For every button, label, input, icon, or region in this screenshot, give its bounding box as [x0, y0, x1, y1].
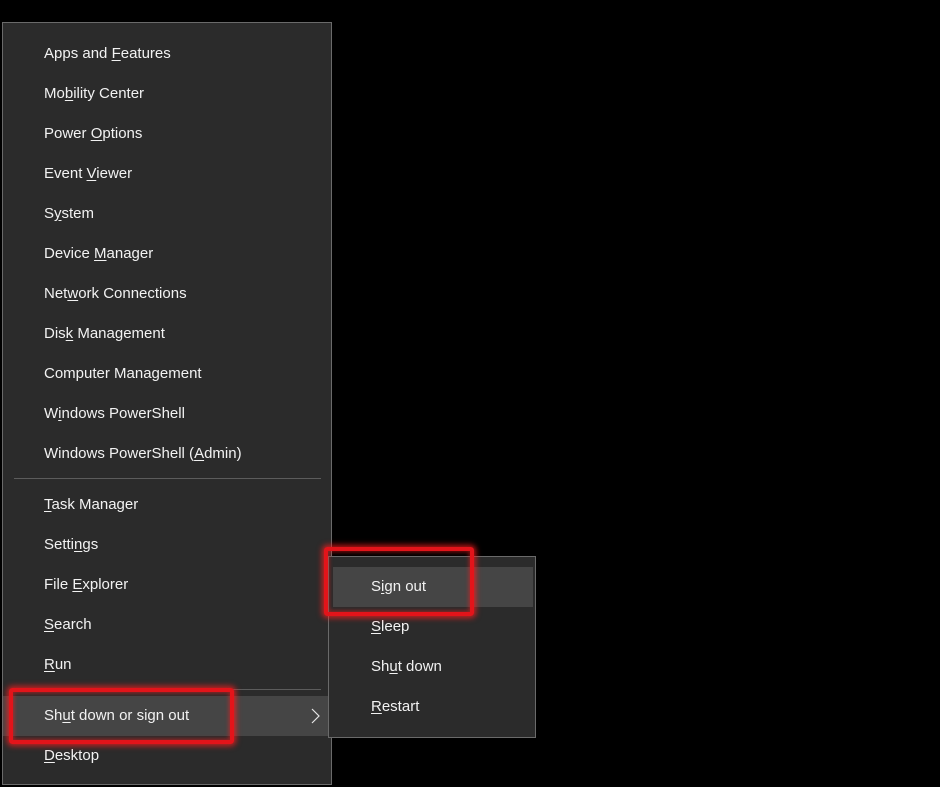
submenu-item-sleep[interactable]: Sleep — [333, 607, 533, 647]
menu-item-shut-down-or-sign-out[interactable]: Shut down or sign out — [3, 696, 331, 736]
desktop-background: Apps and Features Mobility Center Power … — [0, 0, 940, 787]
menu-item-device-manager[interactable]: Device Manager — [3, 234, 331, 274]
submenu-item-sign-out[interactable]: Sign out — [333, 567, 533, 607]
menu-item-label: Device Manager — [44, 245, 154, 262]
menu-item-disk-management[interactable]: Disk Management — [3, 314, 331, 354]
power-user-menu: Apps and Features Mobility Center Power … — [2, 22, 332, 785]
menu-item-file-explorer[interactable]: File Explorer — [3, 565, 331, 605]
submenu-item-label: Sign out — [371, 578, 427, 595]
submenu-item-label: Restart — [371, 698, 420, 715]
chevron-right-icon — [307, 696, 323, 736]
menu-item-network-connections[interactable]: Network Connections — [3, 274, 331, 314]
submenu-item-label: Shut down — [371, 658, 442, 675]
menu-item-search[interactable]: Search — [3, 605, 331, 645]
menu-item-label: Task Manager — [44, 496, 139, 513]
menu-item-settings[interactable]: Settings — [3, 525, 331, 565]
menu-item-task-manager[interactable]: Task Manager — [3, 485, 331, 525]
menu-item-label: File Explorer — [44, 576, 129, 593]
menu-item-label: Event Viewer — [44, 165, 133, 182]
menu-item-label: System — [44, 205, 95, 222]
menu-item-label: Settings — [44, 536, 99, 553]
menu-item-system[interactable]: System — [3, 194, 331, 234]
menu-separator — [14, 689, 321, 690]
menu-item-label: Shut down or sign out — [44, 707, 190, 724]
menu-item-computer-management[interactable]: Computer Management — [3, 354, 331, 394]
menu-item-desktop[interactable]: Desktop — [3, 736, 331, 776]
menu-item-mobility-center[interactable]: Mobility Center — [3, 74, 331, 114]
menu-item-event-viewer[interactable]: Event Viewer — [3, 154, 331, 194]
menu-item-label: Network Connections — [44, 285, 187, 302]
menu-item-label: Computer Management — [44, 365, 202, 382]
menu-item-label: Windows PowerShell (Admin) — [44, 445, 242, 462]
menu-item-label: Apps and Features — [44, 45, 171, 62]
menu-item-label: Search — [44, 616, 92, 633]
menu-item-label: Disk Management — [44, 325, 165, 342]
menu-item-label: Desktop — [44, 747, 100, 764]
menu-item-label: Power Options — [44, 125, 143, 142]
menu-item-label: Mobility Center — [44, 85, 145, 102]
menu-item-apps-and-features[interactable]: Apps and Features — [3, 34, 331, 74]
menu-item-label: Run — [44, 656, 72, 673]
submenu-item-shut-down[interactable]: Shut down — [333, 647, 533, 687]
submenu-item-label: Sleep — [371, 618, 410, 635]
menu-item-windows-powershell[interactable]: Windows PowerShell — [3, 394, 331, 434]
menu-separator — [14, 478, 321, 479]
menu-item-run[interactable]: Run — [3, 645, 331, 685]
shutdown-submenu: Sign out Sleep Shut down Restart — [328, 556, 536, 738]
menu-item-power-options[interactable]: Power Options — [3, 114, 331, 154]
menu-item-windows-powershell-admin[interactable]: Windows PowerShell (Admin) — [3, 434, 331, 474]
submenu-item-restart[interactable]: Restart — [333, 687, 533, 727]
menu-item-label: Windows PowerShell — [44, 405, 185, 422]
